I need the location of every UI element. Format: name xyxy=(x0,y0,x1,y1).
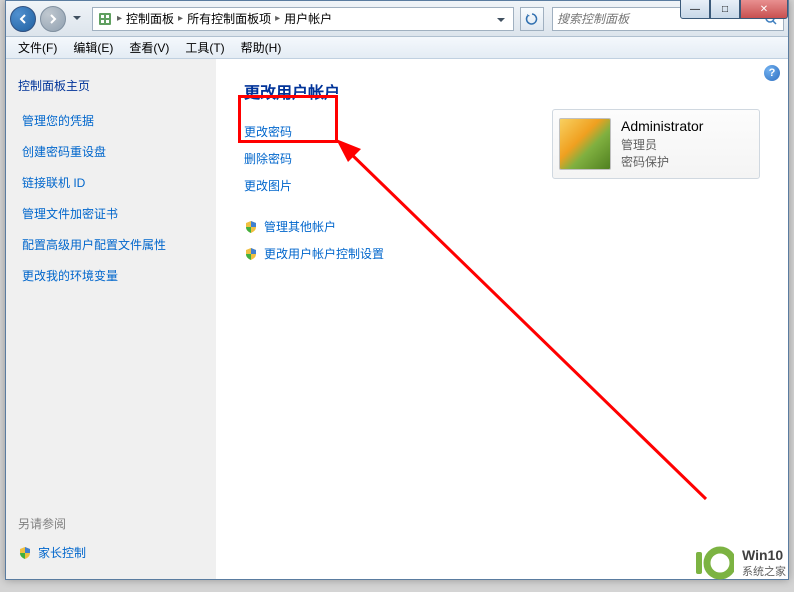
refresh-button[interactable] xyxy=(520,7,544,31)
page-heading: 更改用户帐户 xyxy=(244,79,760,103)
address-bar[interactable]: ▸ 控制面板 ▸ 所有控制面板项 ▸ 用户帐户 xyxy=(92,7,514,31)
navigation-bar: ▸ 控制面板 ▸ 所有控制面板项 ▸ 用户帐户 xyxy=(6,1,788,37)
manage-accounts-label: 管理其他帐户 xyxy=(264,218,336,235)
sidebar-link-advanced-profile[interactable]: 配置高级用户配置文件属性 xyxy=(18,236,204,253)
sidebar-link-online-id[interactable]: 链接联机 ID xyxy=(18,174,204,191)
admin-actions: 管理其他帐户 更改用户帐户控制设置 xyxy=(244,218,760,262)
user-name: Administrator xyxy=(621,118,703,134)
nav-history-dropdown[interactable] xyxy=(70,9,84,29)
titlebar-controls: — □ ✕ xyxy=(680,0,788,19)
parental-controls-label: 家长控制 xyxy=(38,544,86,561)
close-button[interactable]: ✕ xyxy=(740,0,788,19)
watermark-subtitle: 系统之家 xyxy=(742,563,786,579)
control-panel-icon xyxy=(97,11,113,27)
sidebar: 控制面板主页 管理您的凭据 创建密码重设盘 链接联机 ID 管理文件加密证书 配… xyxy=(6,59,216,579)
watermark-title: Win10 xyxy=(742,547,786,564)
shield-icon xyxy=(244,247,258,261)
menu-help[interactable]: 帮助(H) xyxy=(233,37,290,58)
menu-view[interactable]: 查看(V) xyxy=(121,37,177,58)
sidebar-home-link[interactable]: 控制面板主页 xyxy=(18,77,204,94)
see-also-label: 另请参阅 xyxy=(18,515,204,532)
menu-file[interactable]: 文件(F) xyxy=(10,37,65,58)
control-panel-window: — □ ✕ ▸ 控制面板 ▸ 所有控制面板项 ▸ 用户帐户 xyxy=(5,0,789,580)
user-avatar xyxy=(559,118,611,170)
manage-accounts-link[interactable]: 管理其他帐户 xyxy=(244,218,760,235)
minimize-button[interactable]: — xyxy=(680,0,710,19)
watermark-text-block: Win10 系统之家 xyxy=(742,547,786,580)
main-panel: 更改用户帐户 更改密码 删除密码 更改图片 管理其他帐户 更改用户帐户控制设置 xyxy=(216,59,788,579)
parental-controls-link[interactable]: 家长控制 xyxy=(18,544,204,561)
user-role: 管理员 xyxy=(621,136,703,153)
breadcrumb-separator: ▸ xyxy=(178,13,183,24)
user-protection: 密码保护 xyxy=(621,153,703,170)
sidebar-link-env-vars[interactable]: 更改我的环境变量 xyxy=(18,267,204,284)
breadcrumb-item[interactable]: 所有控制面板项 xyxy=(187,10,271,27)
sidebar-footer: 另请参阅 家长控制 xyxy=(18,515,204,561)
maximize-button[interactable]: □ xyxy=(710,0,740,19)
help-icon[interactable]: ? xyxy=(764,65,780,81)
forward-button[interactable] xyxy=(40,6,66,32)
shield-icon xyxy=(244,220,258,234)
watermark-logo-icon xyxy=(692,542,734,584)
sidebar-link-password-reset[interactable]: 创建密码重设盘 xyxy=(18,143,204,160)
breadcrumb-separator: ▸ xyxy=(117,13,122,24)
back-button[interactable] xyxy=(10,6,36,32)
shield-icon xyxy=(18,546,32,560)
menu-edit[interactable]: 编辑(E) xyxy=(65,37,121,58)
uac-settings-label: 更改用户帐户控制设置 xyxy=(264,245,384,262)
menu-tools[interactable]: 工具(T) xyxy=(177,37,232,58)
sidebar-link-credentials[interactable]: 管理您的凭据 xyxy=(18,112,204,129)
breadcrumb-item[interactable]: 控制面板 xyxy=(126,10,174,27)
breadcrumb-item[interactable]: 用户帐户 xyxy=(284,10,332,27)
menu-bar: 文件(F) 编辑(E) 查看(V) 工具(T) 帮助(H) xyxy=(6,37,788,59)
breadcrumb-separator: ▸ xyxy=(275,13,280,24)
user-info: Administrator 管理员 密码保护 xyxy=(621,118,703,170)
sidebar-link-encryption[interactable]: 管理文件加密证书 xyxy=(18,205,204,222)
content-area: ? 控制面板主页 管理您的凭据 创建密码重设盘 链接联机 ID 管理文件加密证书… xyxy=(6,59,788,579)
address-dropdown[interactable] xyxy=(493,12,509,26)
uac-settings-link[interactable]: 更改用户帐户控制设置 xyxy=(244,245,760,262)
change-picture-link[interactable]: 更改图片 xyxy=(244,177,760,194)
user-account-card[interactable]: Administrator 管理员 密码保护 xyxy=(552,109,760,179)
watermark: Win10 系统之家 xyxy=(692,542,786,584)
